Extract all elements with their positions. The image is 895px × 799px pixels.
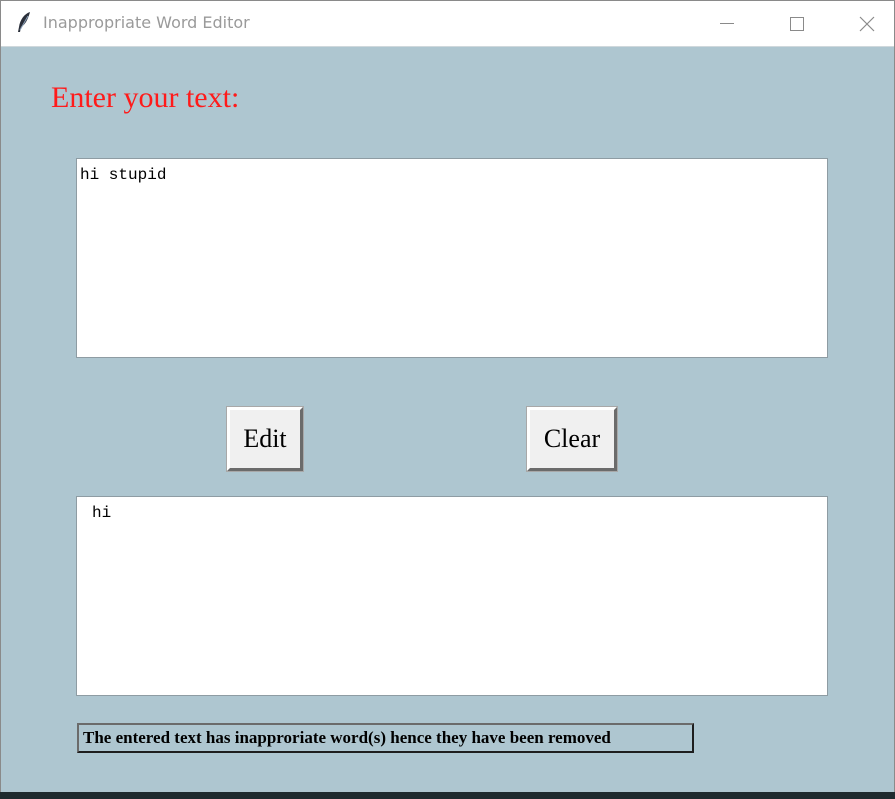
input-text-area[interactable]: hi stupid xyxy=(76,158,828,358)
status-message: The entered text has inapproriate word(s… xyxy=(77,723,694,753)
clear-button[interactable]: Clear xyxy=(526,406,618,472)
output-text-area[interactable]: hi xyxy=(76,496,828,696)
minimize-icon xyxy=(720,22,734,25)
desktop-background-strip xyxy=(0,792,895,799)
maximize-icon xyxy=(790,16,804,31)
close-button[interactable] xyxy=(844,1,890,46)
app-window: Inappropriate Word Editor Enter your tex… xyxy=(0,0,895,793)
window-title: Inappropriate Word Editor xyxy=(43,13,250,32)
minimize-button[interactable] xyxy=(704,1,750,46)
title-bar: Inappropriate Word Editor xyxy=(1,1,894,47)
maximize-button[interactable] xyxy=(774,1,820,46)
close-icon xyxy=(859,16,875,32)
feather-icon xyxy=(15,11,33,33)
prompt-label: Enter your text: xyxy=(51,81,240,114)
edit-button[interactable]: Edit xyxy=(226,406,304,472)
